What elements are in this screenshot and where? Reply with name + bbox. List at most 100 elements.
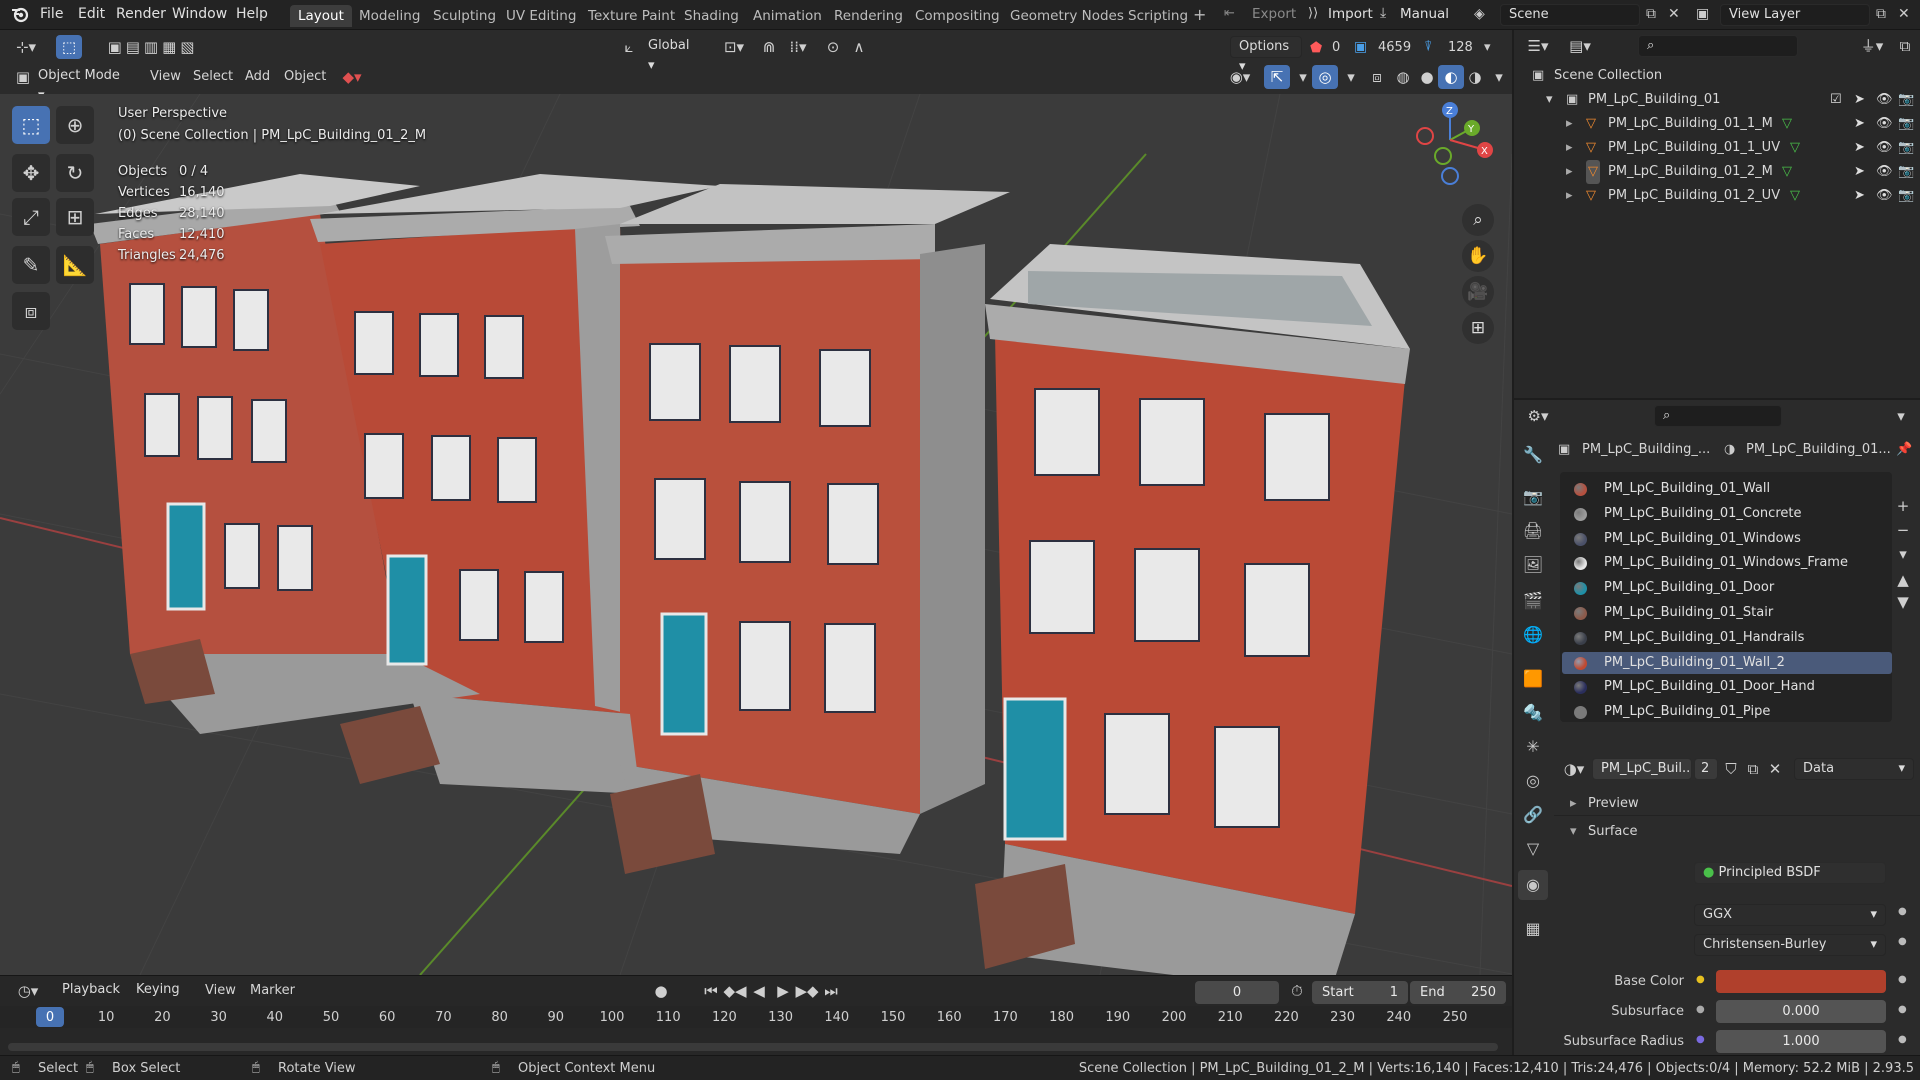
export-button[interactable]: Export (1252, 6, 1296, 22)
animate-dot-icon[interactable]: ● (1898, 936, 1907, 947)
falloff-curve-icon[interactable]: ∧ (846, 35, 872, 59)
surface-shader-field[interactable]: ● Principled BSDF (1694, 862, 1886, 884)
selectable-arrow-icon[interactable]: ➤ (1854, 160, 1865, 184)
transform-tool-icon[interactable]: ⊞ (56, 198, 94, 236)
tab-rendering[interactable]: Rendering (826, 5, 911, 27)
eye-icon[interactable]: 👁 (1876, 88, 1893, 112)
exclude-checkbox[interactable]: ☑ (1830, 88, 1842, 112)
selectable-arrow-icon[interactable]: ➤ (1854, 136, 1865, 160)
expand-arrow-icon[interactable]: ▾ (1546, 88, 1553, 112)
move-tool-icon[interactable]: ✥ (12, 154, 50, 192)
zoom-icon[interactable]: ⌕ (1462, 204, 1494, 236)
add-cube-tool-icon[interactable]: ⧈ (12, 292, 50, 330)
outliner-row-collection[interactable]: ▾ ▣ PM_LpC_Building_01 ☑ ➤ 👁 📷 (1514, 88, 1920, 112)
subsurface-method-dropdown[interactable]: Christensen-Burley ▾ (1694, 934, 1886, 956)
snap-magnet-icon[interactable]: ⋒ (756, 35, 782, 59)
material-slot-row[interactable]: PM_LpC_Building_01_Windows_Frame (1562, 552, 1892, 574)
move-up-icon[interactable]: ▲ (1892, 568, 1914, 592)
tab-layout[interactable]: Layout (290, 5, 352, 27)
menu-window[interactable]: Window (172, 6, 227, 22)
rendered-shading-icon[interactable]: ◑ (1462, 65, 1488, 89)
eye-icon[interactable]: 👁 (1876, 160, 1893, 184)
animate-dot-icon[interactable]: ● (1898, 906, 1907, 917)
tab-sculpting[interactable]: Sculpting (425, 5, 504, 27)
delete-view-layer-icon[interactable]: ✕ (1898, 6, 1910, 22)
playback-dropdown[interactable]: Playback ▾ (54, 980, 136, 1017)
outliner-row-object[interactable]: ▸ ▽ PM_LpC_Building_01_2_M ▽ ➤ 👁 📷 (1514, 160, 1920, 184)
outliner-row-scene-collection[interactable]: ▣ Scene Collection (1514, 64, 1920, 88)
browse-material-icon[interactable]: ◑▾ (1558, 757, 1590, 781)
selectable-arrow-icon[interactable]: ➤ (1854, 184, 1865, 208)
wireframe-shading-icon[interactable]: ◍ (1390, 65, 1416, 89)
properties-search-input[interactable]: ⌕ (1654, 405, 1782, 427)
animate-dot-icon[interactable]: ● (1898, 974, 1907, 985)
particles-tab-icon[interactable]: ✳ (1518, 732, 1548, 762)
tab-texture-paint[interactable]: Texture Paint (580, 5, 683, 27)
tab-shading[interactable]: Shading (676, 5, 747, 27)
eye-icon[interactable]: 👁 (1876, 184, 1893, 208)
surface-panel-header[interactable]: ▾ Surface (1554, 820, 1920, 844)
material-slot-row[interactable]: PM_LpC_Building_01_Wall (1562, 478, 1892, 500)
animate-dot-icon[interactable]: ● (1898, 1034, 1907, 1045)
selection-mode-icons[interactable]: ▣▤▥▦▧ (98, 35, 208, 59)
import-button[interactable]: Import (1328, 6, 1373, 22)
animate-dot-icon[interactable]: ● (1898, 1004, 1907, 1015)
outliner-row-object[interactable]: ▸ ▽ PM_LpC_Building_01_1_UV ▽ ➤ 👁 📷 (1514, 136, 1920, 160)
add-slot-icon[interactable]: + (1892, 494, 1914, 518)
cursor-tool-icon[interactable]: ⊕ (56, 106, 94, 144)
socket-yellow-icon[interactable]: ● (1696, 974, 1705, 985)
remove-slot-icon[interactable]: − (1892, 518, 1914, 542)
options-dropdown[interactable]: Options ▾ (1230, 36, 1302, 74)
constraints-tab-icon[interactable]: 🔗 (1518, 800, 1548, 830)
material-slot-row[interactable]: PM_LpC_Building_01_Pipe (1562, 701, 1892, 723)
manual-download-icon[interactable]: ⤓ (1380, 5, 1386, 21)
new-scene-icon[interactable]: ⧉ (1646, 6, 1656, 22)
menu-file[interactable]: File (40, 6, 63, 22)
proportional-edit-icon[interactable]: ⊙ (820, 35, 846, 59)
scene-icon[interactable]: ◈ (1474, 6, 1485, 22)
show-overlays-icon[interactable]: ◎ (1312, 65, 1338, 89)
fake-user-shield-icon[interactable]: ⛉ (1720, 757, 1742, 781)
camera-render-icon[interactable]: 📷 (1898, 112, 1914, 136)
timeline-menu-marker[interactable]: Marker (250, 983, 295, 998)
material-slot-row[interactable]: PM_LpC_Building_01_Windows (1562, 528, 1892, 550)
render-tab-icon[interactable]: 📷 (1518, 482, 1548, 512)
subsurface-value-field[interactable]: 0.000 (1716, 1000, 1886, 1023)
outliner-search-input[interactable]: ⌕ (1638, 35, 1798, 57)
annotate-tool-icon[interactable]: ✎ (12, 246, 50, 284)
menu-render[interactable]: Render (116, 6, 166, 22)
menu-help[interactable]: Help (236, 6, 268, 22)
camera-view-icon[interactable]: 🎥 (1462, 276, 1494, 308)
menu-select[interactable]: Select (193, 69, 233, 84)
menu-object[interactable]: Object (284, 69, 326, 84)
3d-viewport[interactable]: User Perspective (0) Scene Collection | … (0, 94, 1512, 975)
play-icon[interactable]: ▶ (770, 979, 796, 1003)
material-preview-icon[interactable]: ◐ (1438, 65, 1464, 89)
selectable-arrow-icon[interactable]: ➤ (1854, 112, 1865, 136)
navigation-gizmo[interactable]: Z Y X (1405, 94, 1505, 194)
socket-grey-icon[interactable]: ● (1696, 1004, 1705, 1015)
scene-selector[interactable]: Scene (1500, 4, 1640, 26)
expand-arrow-icon[interactable]: ▸ (1566, 136, 1573, 160)
eye-icon[interactable]: 👁 (1876, 136, 1893, 160)
record-keyframe-icon[interactable]: ● (648, 979, 674, 1003)
view-layer-selector[interactable]: View Layer (1720, 4, 1870, 26)
measure-tool-icon[interactable]: 📐 (56, 246, 94, 284)
texture-tab-icon[interactable]: ▦ (1518, 914, 1548, 944)
timeline-scrollbar[interactable] (8, 1043, 1498, 1051)
view-layer-icon[interactable]: ▣ (1696, 6, 1709, 22)
outliner-row-object[interactable]: ▸ ▽ PM_LpC_Building_01_1_M ▽ ➤ 👁 📷 (1514, 112, 1920, 136)
material-slot-row[interactable]: PM_LpC_Building_01_Stair (1562, 602, 1892, 624)
scale-tool-icon[interactable]: ⤢ (12, 198, 50, 236)
start-frame-field[interactable]: Start 1 (1312, 981, 1408, 1004)
camera-render-icon[interactable]: 📷 (1898, 160, 1914, 184)
end-frame-field[interactable]: End 250 (1410, 981, 1506, 1004)
data-tab-icon[interactable]: ▽ (1518, 834, 1548, 864)
properties-editor-type-icon[interactable]: ⚙▾ (1520, 404, 1556, 428)
pin-icon[interactable]: 📌 (1896, 442, 1912, 457)
shading-dropdown-icon[interactable]: ▾ (1486, 65, 1512, 89)
new-view-layer-icon[interactable]: ⧉ (1876, 6, 1886, 22)
jump-start-icon[interactable]: ⏮ (698, 979, 724, 1003)
socket-purple-icon[interactable]: ● (1696, 1034, 1705, 1045)
tool-tab-icon[interactable]: 🔧 (1518, 440, 1548, 470)
